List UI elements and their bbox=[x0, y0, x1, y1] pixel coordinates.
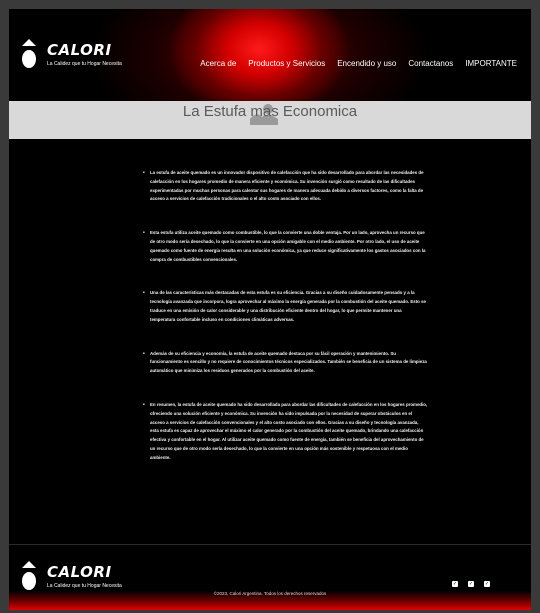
nav-item-productos[interactable]: Productos y Servicios bbox=[248, 59, 325, 68]
content-paragraph: La estufa de aceite quemado es un innova… bbox=[143, 169, 428, 204]
site-header: CALORI La Calidez que tu Hogar Necesita … bbox=[9, 9, 531, 101]
content-paragraph: Además de su eficiencia y economía, la e… bbox=[143, 350, 428, 376]
site-footer: CALORI La Calidez que tu Hogar Necesita … bbox=[9, 544, 531, 610]
social-icon[interactable]: ✓ bbox=[484, 581, 490, 587]
copyright-text: ©2023, Calori Argentina. Todos los derec… bbox=[213, 591, 327, 596]
page-frame: CALORI La Calidez que tu Hogar Necesita … bbox=[9, 9, 531, 610]
content-paragraph: Una de las características más destacada… bbox=[143, 289, 428, 324]
brand-tagline: La Calidez que tu Hogar Necesita bbox=[47, 61, 122, 67]
content-paragraph: Esta estufa utiliza aceite quemado como … bbox=[143, 229, 428, 264]
footer-brand-name: CALORI bbox=[47, 563, 112, 581]
nav-item-acerca[interactable]: Acerca de bbox=[200, 59, 236, 68]
brand-name: CALORI bbox=[47, 41, 112, 59]
nav-item-contactanos[interactable]: Contactanos bbox=[408, 59, 453, 68]
nav-item-encendido[interactable]: Encendido y uso bbox=[337, 59, 396, 68]
flame-logo-icon bbox=[22, 39, 36, 68]
social-links: ✓ ✓ ✓ bbox=[452, 581, 490, 587]
footer-brand-tagline: La Calidez que tu Hogar Necesita bbox=[47, 583, 122, 589]
brand-logo[interactable]: CALORI La Calidez que tu Hogar Necesita bbox=[21, 37, 181, 77]
flame-logo-icon bbox=[22, 561, 36, 590]
hero-banner: La Estufa mas Economica bbox=[9, 101, 531, 139]
page-title: La Estufa mas Economica bbox=[182, 103, 358, 120]
content-paragraph: En resumen, la estufa de aceite quemado … bbox=[143, 401, 428, 463]
social-icon[interactable]: ✓ bbox=[468, 581, 474, 587]
nav-item-importante[interactable]: IMPORTANTE bbox=[465, 59, 517, 68]
main-content: La estufa de aceite quemado es un innova… bbox=[143, 169, 428, 463]
main-nav: Acerca de Productos y Servicios Encendid… bbox=[200, 59, 517, 68]
social-icon[interactable]: ✓ bbox=[452, 581, 458, 587]
